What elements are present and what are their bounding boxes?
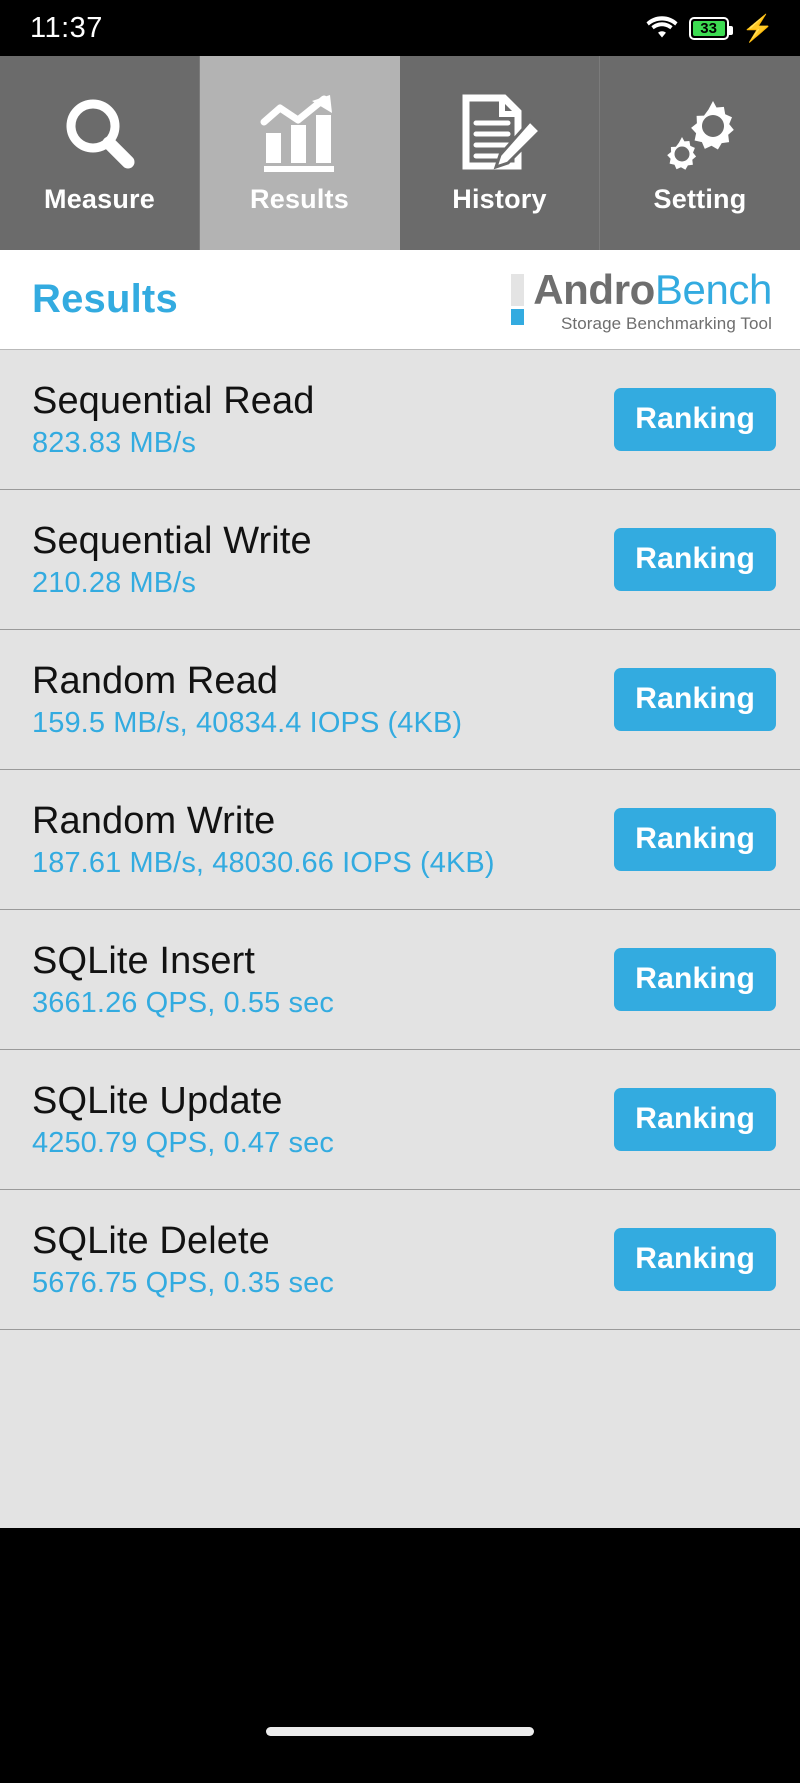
table-row[interactable]: Random Read 159.5 MB/s, 40834.4 IOPS (4K… (0, 630, 800, 770)
tab-results[interactable]: Results (200, 56, 400, 250)
result-text: Random Write 187.61 MB/s, 48030.66 IOPS … (32, 802, 495, 878)
tab-results-label: Results (250, 183, 349, 214)
result-text: SQLite Insert 3661.26 QPS, 0.55 sec (32, 942, 334, 1018)
magnifier-icon (58, 92, 142, 178)
logo-bar-gray-icon (511, 273, 525, 306)
tab-setting-label: Setting (653, 183, 747, 214)
tab-bar: Measure Results History Setting (0, 56, 800, 250)
result-name: Sequential Read (32, 379, 315, 422)
table-row[interactable]: SQLite Insert 3661.26 QPS, 0.55 sec Rank… (0, 910, 800, 1050)
result-value: 4250.79 QPS, 0.47 sec (32, 1126, 334, 1159)
tab-measure[interactable]: Measure (0, 56, 200, 250)
status-bar: 11:37 33 ⚡ (0, 0, 800, 56)
wifi-icon (646, 14, 678, 43)
gears-icon (658, 92, 742, 178)
logo-title: AndroBench (533, 265, 772, 313)
app-header: Results AndroBench Storage Benchmarking … (0, 250, 800, 349)
result-value: 159.5 MB/s, 40834.4 IOPS (4KB) (32, 706, 463, 739)
logo-andro-text: Andro (533, 265, 655, 313)
result-text: SQLite Update 4250.79 QPS, 0.47 sec (32, 1082, 334, 1158)
result-value: 210.28 MB/s (32, 566, 196, 599)
table-row[interactable]: Sequential Read 823.83 MB/s Ranking (0, 350, 800, 490)
ranking-button[interactable]: Ranking (614, 668, 776, 731)
phone-screen: 11:37 33 ⚡ Measure Results History Setti… (0, 0, 800, 1783)
result-name: SQLite Insert (32, 939, 256, 982)
tab-setting[interactable]: Setting (600, 56, 800, 250)
logo-marks (511, 269, 525, 325)
tab-history-label: History (452, 183, 547, 214)
table-row[interactable]: Sequential Write 210.28 MB/s Ranking (0, 490, 800, 630)
result-name: SQLite Update (32, 1079, 283, 1122)
battery-icon: 33 (688, 16, 733, 40)
system-navigation-bar (0, 1528, 800, 1783)
status-time: 11:37 (30, 11, 103, 44)
charging-bolt-icon: ⚡ (741, 13, 774, 43)
table-row[interactable]: SQLite Update 4250.79 QPS, 0.47 sec Rank… (0, 1050, 800, 1190)
logo-bar-blue-icon (511, 308, 525, 325)
logo-text: AndroBench Storage Benchmarking Tool (533, 265, 772, 335)
battery-level-label: 33 (692, 20, 725, 36)
ranking-button[interactable]: Ranking (614, 528, 776, 591)
result-text: Sequential Write 210.28 MB/s (32, 522, 312, 598)
result-value: 823.83 MB/s (32, 426, 196, 459)
result-value: 3661.26 QPS, 0.55 sec (32, 986, 334, 1019)
logo-tagline: Storage Benchmarking Tool (560, 314, 772, 334)
result-name: Random Write (32, 799, 276, 842)
tab-measure-label: Measure (44, 183, 155, 214)
result-value: 187.61 MB/s, 48030.66 IOPS (4KB) (32, 846, 495, 879)
result-value: 5676.75 QPS, 0.35 sec (32, 1266, 334, 1299)
page-title: Results (32, 277, 178, 321)
status-icons: 33 ⚡ (646, 14, 774, 43)
androbench-logo: AndroBench Storage Benchmarking Tool (511, 265, 772, 335)
table-row[interactable]: SQLite Delete 5676.75 QPS, 0.35 sec Rank… (0, 1190, 800, 1330)
ranking-button[interactable]: Ranking (614, 948, 776, 1011)
result-name: SQLite Delete (32, 1219, 270, 1262)
result-name: Random Read (32, 659, 279, 702)
ranking-button[interactable]: Ranking (614, 388, 776, 451)
result-name: Sequential Write (32, 519, 312, 562)
document-pencil-icon (458, 92, 542, 178)
results-list: Sequential Read 823.83 MB/s Ranking Sequ… (0, 349, 800, 1528)
ranking-button[interactable]: Ranking (614, 808, 776, 871)
table-row[interactable]: Random Write 187.61 MB/s, 48030.66 IOPS … (0, 770, 800, 910)
ranking-button[interactable]: Ranking (614, 1088, 776, 1151)
ranking-button[interactable]: Ranking (614, 1228, 776, 1291)
tab-history[interactable]: History (400, 56, 600, 250)
result-text: Random Read 159.5 MB/s, 40834.4 IOPS (4K… (32, 662, 462, 738)
gesture-home-bar[interactable] (266, 1727, 534, 1736)
result-text: SQLite Delete 5676.75 QPS, 0.35 sec (32, 1222, 334, 1298)
result-text: Sequential Read 823.83 MB/s (32, 382, 315, 458)
bar-chart-arrow-icon (258, 92, 342, 178)
logo-bench-text: Bench (654, 265, 772, 313)
